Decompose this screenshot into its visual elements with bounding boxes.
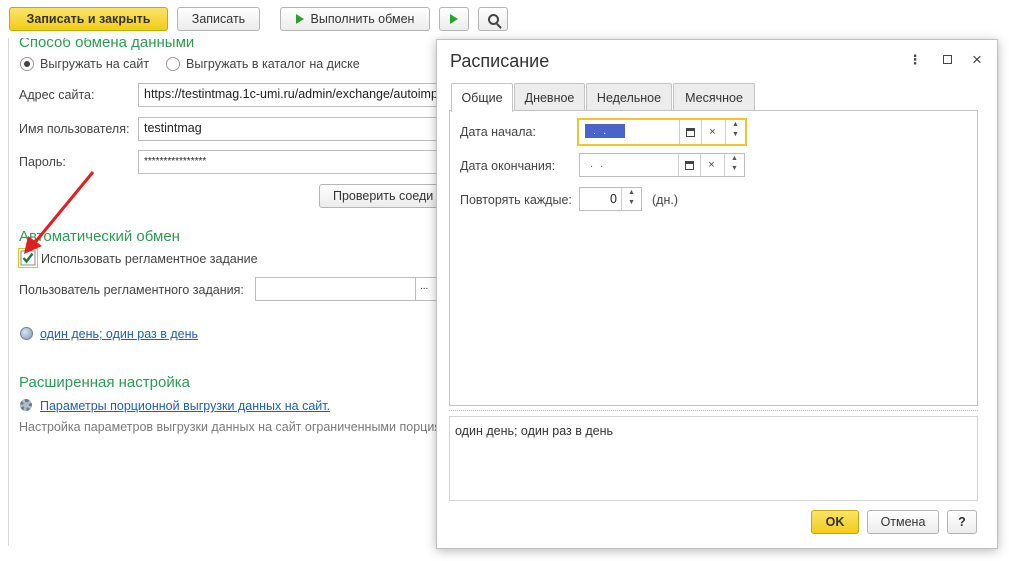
repeat-every-value: 0: [610, 192, 617, 206]
play-icon: [295, 14, 304, 24]
save-and-close-label: Записать и закрыть: [26, 12, 151, 26]
clear-icon: ×: [709, 126, 716, 138]
radio-upload-to-disk-label[interactable]: Выгружать в каталог на диске: [186, 57, 360, 71]
globe-icon: [20, 327, 33, 340]
start-date-spinner[interactable]: ▲ ▼: [725, 120, 745, 144]
username-label: Имя пользователя:: [19, 122, 130, 136]
start-date-value: . .: [585, 124, 625, 138]
run-button[interactable]: [439, 7, 469, 31]
tab-weekly[interactable]: Недельное: [586, 83, 672, 111]
end-date-value: . .: [590, 158, 606, 170]
maximize-icon[interactable]: [939, 52, 955, 68]
exchange-method-title: Способ обмена данными: [19, 34, 195, 51]
repeat-every-label: Повторять каждые:: [460, 193, 572, 207]
site-address-field[interactable]: https://testintmag.1c-umi.ru/admin/excha…: [138, 83, 438, 107]
site-address-label: Адрес сайта:: [19, 88, 95, 102]
calendar-icon: [686, 127, 695, 137]
tab-panel-general: Дата начала: . . × ▲ ▼ Дата окончания: . …: [449, 110, 978, 406]
scheduled-user-select-button[interactable]: ...: [415, 277, 437, 301]
scheduled-user-field[interactable]: [255, 277, 417, 301]
run-exchange-label: Выполнить обмен: [310, 12, 415, 26]
start-date-label: Дата начала:: [460, 125, 536, 139]
search-icon: [487, 13, 499, 25]
close-icon[interactable]: ×: [969, 51, 985, 68]
repeat-unit-label: (дн.): [652, 193, 678, 207]
password-field[interactable]: ****************: [138, 150, 438, 174]
check-connection-button[interactable]: Проверить соеди: [319, 184, 439, 208]
save-and-close-button[interactable]: Записать и закрыть: [9, 7, 168, 31]
repeat-every-field[interactable]: 0 ▲ ▼: [579, 187, 642, 211]
radio-upload-to-disk[interactable]: [166, 57, 180, 71]
schedule-summary: один день; один раз в день: [449, 416, 978, 501]
help-label: ?: [958, 515, 966, 529]
play-icon: [450, 14, 458, 24]
annotation-arrow: [24, 171, 95, 254]
end-date-label: Дата окончания:: [460, 159, 556, 173]
check-connection-label: Проверить соеди: [333, 189, 434, 203]
repeat-every-spinner[interactable]: ▲ ▼: [621, 188, 641, 210]
clear-icon: ×: [708, 159, 715, 171]
end-date-calendar-button[interactable]: [678, 154, 700, 176]
cancel-button[interactable]: Отмена: [867, 510, 939, 534]
run-exchange-button[interactable]: Выполнить обмен: [280, 7, 430, 31]
ok-button[interactable]: OK: [811, 510, 859, 534]
separator: [449, 410, 978, 411]
schedule-link[interactable]: один день; один раз в день: [40, 327, 198, 341]
username-field[interactable]: testintmag: [138, 117, 438, 141]
start-date-calendar-button[interactable]: [679, 120, 701, 144]
radio-upload-to-site[interactable]: [20, 57, 34, 71]
gear-icon: [20, 399, 32, 411]
end-date-clear-button[interactable]: ×: [700, 154, 722, 176]
calendar-icon: [685, 160, 694, 170]
form-left-border: [8, 38, 9, 546]
batch-upload-description: Настройка параметров выгрузки данных на …: [19, 420, 439, 434]
find-button[interactable]: [478, 7, 508, 31]
batch-upload-params-link[interactable]: Параметры порционной выгрузки данных на …: [40, 399, 330, 413]
save-label: Записать: [191, 12, 246, 26]
cancel-label: Отмена: [880, 515, 926, 529]
tab-general[interactable]: Общие: [451, 83, 513, 112]
tab-weekly-label: Недельное: [596, 90, 662, 105]
more-icon[interactable]: ⋮: [907, 52, 923, 68]
start-date-clear-button[interactable]: ×: [701, 120, 723, 144]
scheduled-user-label: Пользователь регламентного задания:: [19, 283, 244, 297]
tab-monthly-label: Месячное: [685, 90, 743, 105]
end-date-spinner[interactable]: ▲ ▼: [724, 154, 744, 176]
radio-upload-to-site-label[interactable]: Выгружать на сайт: [40, 57, 149, 71]
dialog-title: Расписание: [450, 51, 550, 71]
schedule-dialog: Расписание ⋮ × Общие Дневное Недельное М…: [436, 39, 998, 549]
tab-general-label: Общие: [461, 91, 503, 105]
end-date-field[interactable]: . . × ▲ ▼: [579, 153, 745, 177]
ok-label: OK: [825, 515, 845, 529]
tab-daily-label: Дневное: [524, 90, 575, 105]
help-button[interactable]: ?: [947, 510, 977, 534]
save-button[interactable]: Записать: [177, 7, 260, 31]
tab-monthly[interactable]: Месячное: [673, 83, 755, 111]
start-date-field[interactable]: . . × ▲ ▼: [577, 118, 747, 146]
advanced-settings-title: Расширенная настройка: [19, 374, 190, 391]
tab-daily[interactable]: Дневное: [514, 83, 585, 111]
